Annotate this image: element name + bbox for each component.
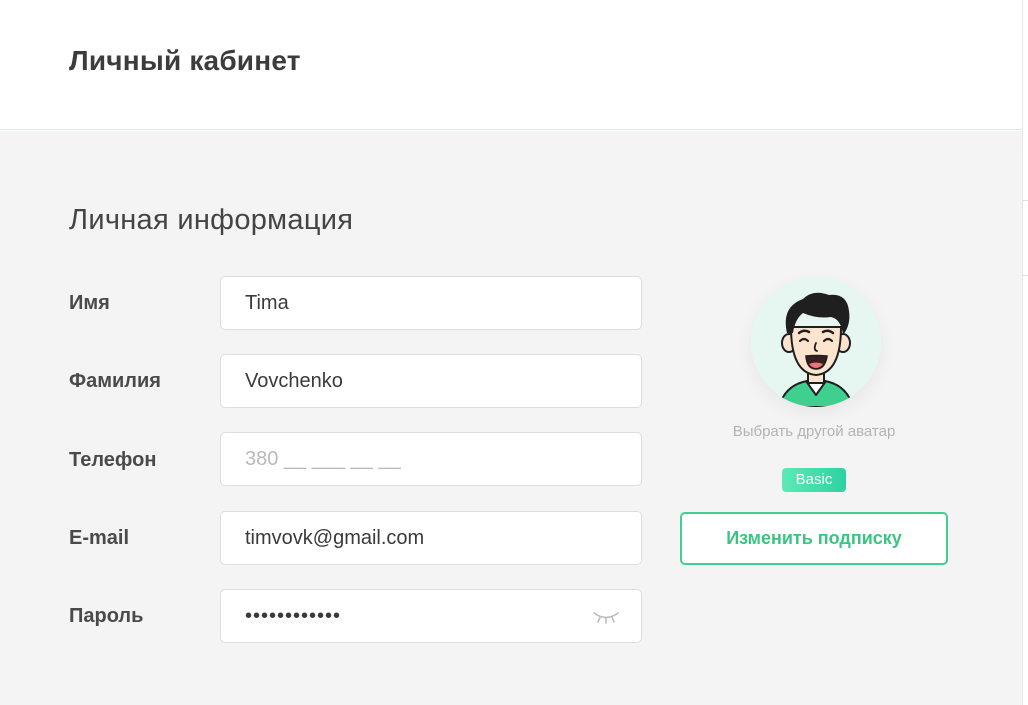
personal-info-panel: Личная информация Имя Фамилия Телефон E-… (0, 131, 1022, 705)
last-name-field-box (220, 354, 642, 408)
password-label: Пароль (69, 605, 144, 627)
phone-label: Телефон (69, 449, 157, 471)
avatar[interactable] (751, 277, 881, 407)
password-field[interactable]: •••••••••••• (220, 589, 642, 643)
first-name-label: Имя (69, 292, 110, 314)
right-edge-panel (1022, 0, 1028, 705)
section-title: Личная информация (69, 204, 354, 236)
eye-closed-icon[interactable] (591, 608, 621, 626)
first-name-input[interactable] (245, 277, 575, 329)
phone-field-box (220, 432, 642, 486)
rail-divider (1023, 275, 1028, 276)
email-input[interactable] (245, 512, 575, 564)
change-avatar-link[interactable]: Выбрать другой аватар (686, 423, 942, 440)
phone-input[interactable] (245, 433, 575, 485)
email-label: E-mail (69, 527, 130, 549)
rail-divider (1023, 200, 1028, 201)
cartoon-man-avatar-icon (777, 292, 855, 407)
email-field-box (220, 511, 642, 565)
page-header: Личный кабинет (0, 0, 1022, 130)
last-name-input[interactable] (245, 355, 575, 407)
change-subscription-button[interactable]: Изменить подписку (680, 512, 948, 565)
password-masked-value: •••••••••••• (245, 605, 342, 627)
page-title: Личный кабинет (69, 45, 301, 76)
first-name-field-box (220, 276, 642, 330)
plan-badge: Basic (782, 468, 846, 492)
last-name-label: Фамилия (69, 370, 161, 392)
